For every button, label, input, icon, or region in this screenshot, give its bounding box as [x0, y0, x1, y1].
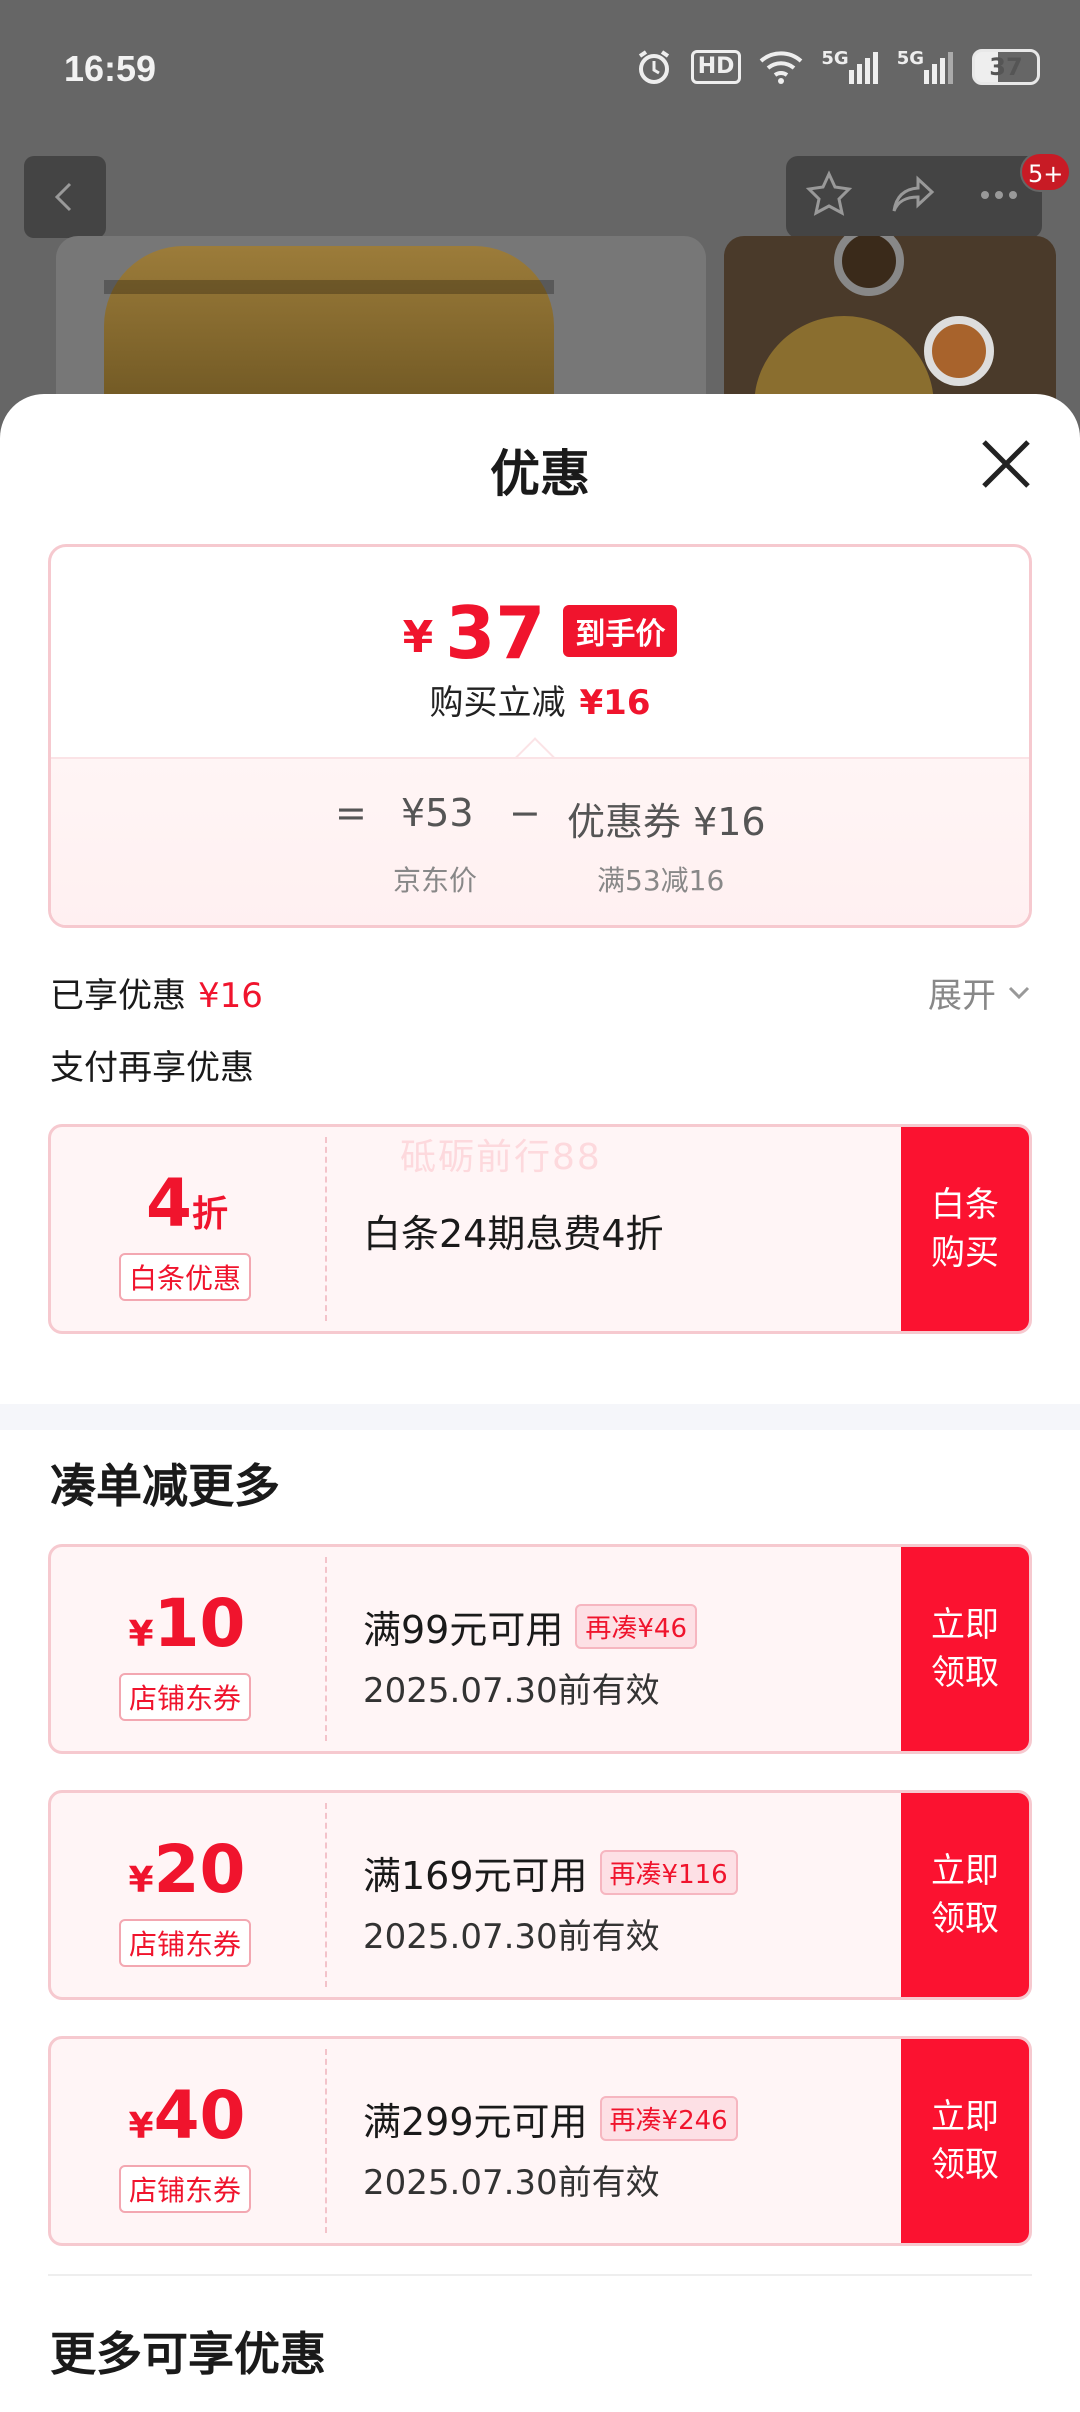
- baitiao-btn-line2: 购买: [931, 1233, 999, 1273]
- coupon-validity: 2025.07.30前有效: [363, 1671, 660, 1711]
- price-currency: ¥: [402, 612, 434, 663]
- coupon-divider: [325, 1803, 327, 1987]
- battery-icon: 37: [972, 48, 1040, 86]
- pay-more-title: 支付再享优惠: [50, 1048, 254, 1088]
- baitiao-btn-line1: 白条: [931, 1185, 999, 1225]
- coupon-desc: 满99元可用 再凑¥46: [363, 1599, 697, 1654]
- claim-btn-line1: 立即: [931, 1605, 999, 1645]
- product-page-background: 16:59 HD 5G 5G 37 5+: [0, 0, 1080, 496]
- coupon-rule-label: 满53减16: [597, 864, 725, 897]
- final-price-tag: 到手价: [563, 605, 678, 657]
- claim-coupon-button[interactable]: 立即 领取: [901, 1793, 1029, 1997]
- expand-toggle[interactable]: 展开: [928, 968, 1032, 1017]
- bundle-section-title: 凑单减更多: [50, 1459, 280, 1513]
- top-action-bar: [786, 156, 1042, 238]
- coupon-divider: [325, 1557, 327, 1741]
- expand-label: 展开: [928, 976, 996, 1016]
- coupon-validity: 2025.07.30前有效: [363, 2163, 660, 2203]
- claim-btn-line1: 立即: [931, 2097, 999, 2137]
- coupon-divider: [325, 2049, 327, 2233]
- wifi-icon: [759, 48, 803, 86]
- coupon-gap-chip: 再凑¥116: [599, 1850, 738, 1895]
- thumb-cup: [924, 316, 994, 386]
- claim-btn-line1: 立即: [931, 1851, 999, 1891]
- coupon-type-label: 店铺东券: [119, 1673, 252, 1721]
- status-time: 16:59: [64, 48, 157, 89]
- price-breakdown-card: ¥ 37 到手价 购买立减 ¥16 = ¥53 − 优惠券 ¥16 京东价 满53…: [48, 544, 1032, 928]
- coupon-currency: ¥: [128, 2106, 154, 2147]
- price-formula: = ¥53 − 优惠券 ¥16 京东价 满53减16: [51, 757, 1029, 925]
- coupon-currency: ¥: [128, 1860, 154, 1901]
- base-price-label: 京东价: [393, 864, 478, 897]
- instant-save-label: 购买立减: [429, 683, 566, 723]
- baitiao-buy-button[interactable]: 白条 购买: [901, 1127, 1029, 1331]
- baitiao-sub-label: 白条优惠: [119, 1253, 252, 1301]
- claim-coupon-button[interactable]: 立即 领取: [901, 1547, 1029, 1751]
- section-gap: [0, 1404, 1080, 1430]
- hd-icon: HD: [690, 50, 742, 84]
- baitiao-discount: 4: [146, 1165, 192, 1242]
- discount-sheet: 优惠 ¥ 37 到手价 购买立减 ¥16 = ¥53 − 优惠券 ¥16 京东价: [0, 394, 1080, 2412]
- coupon-gap-chip: 再凑¥246: [599, 2096, 738, 2141]
- coupon-validity: 2025.07.30前有效: [363, 1917, 660, 1957]
- coupon-amount: 20: [153, 1831, 246, 1908]
- signal-5g-icon: 5G: [821, 48, 878, 86]
- claim-btn-line2: 领取: [931, 1653, 999, 1693]
- minus-sign: −: [509, 791, 541, 835]
- close-button[interactable]: [978, 436, 1034, 492]
- sheet-title: 优惠: [490, 445, 590, 503]
- claim-btn-line2: 领取: [931, 2145, 999, 2185]
- coupon-currency: ¥: [128, 1614, 154, 1655]
- signal-5g-icon-2: 5G: [897, 48, 954, 86]
- final-price: 37: [445, 591, 546, 675]
- close-icon: [982, 440, 1030, 488]
- instant-save-amount: ¥16: [579, 683, 651, 723]
- coupon-type-label: 店铺东券: [119, 2165, 252, 2213]
- thumb-tea-bowl: [834, 236, 904, 296]
- chevron-left-icon: [54, 182, 72, 212]
- enjoyed-amount: ¥16: [198, 976, 263, 1016]
- more-discounts-title: 更多可享优惠: [50, 2327, 326, 2381]
- chevron-down-icon: [1008, 986, 1030, 999]
- baitiao-desc: 白条24期息费4折: [363, 1212, 664, 1256]
- base-price: ¥53: [401, 791, 474, 835]
- jar-rim: [104, 280, 554, 294]
- claim-btn-line2: 领取: [931, 1899, 999, 1939]
- share-icon[interactable]: [888, 169, 940, 225]
- baitiao-unit: 折: [191, 1194, 228, 1235]
- favorite-star-icon[interactable]: [803, 169, 855, 225]
- equals-sign: =: [335, 791, 367, 835]
- status-bar: 16:59 HD 5G 5G 37: [0, 0, 1080, 140]
- coupon-desc: 满299元可用 再凑¥246: [363, 2091, 738, 2146]
- coupon-divider: [325, 1137, 327, 1321]
- notification-badge: 5+: [1020, 152, 1072, 192]
- coupon-type-label: 店铺东券: [119, 1919, 252, 1967]
- coupon-threshold: 满169元可用: [363, 1854, 588, 1898]
- store-coupon-card: ¥40 店铺东券 满299元可用 再凑¥246 2025.07.30前有效 立即领…: [48, 2036, 1032, 2246]
- back-button[interactable]: [24, 156, 106, 238]
- coupon-threshold: 满99元可用: [363, 1608, 564, 1652]
- coupon-amount: 40: [153, 2077, 246, 2154]
- coupon-threshold: 满299元可用: [363, 2100, 588, 2144]
- store-coupon-card: ¥10 店铺东券 满99元可用 再凑¥46 2025.07.30前有效 立即领取: [48, 1544, 1032, 1754]
- coupon-value: 优惠券 ¥16: [567, 800, 766, 844]
- alarm-icon: [635, 48, 673, 86]
- instant-save-row: 购买立减 ¥16: [51, 675, 1029, 724]
- coupon-gap-chip: 再凑¥46: [575, 1604, 697, 1649]
- enjoyed-label: 已享优惠: [50, 976, 186, 1016]
- more-dots-icon[interactable]: [973, 169, 1025, 225]
- section-divider: [48, 2274, 1032, 2276]
- coupon-desc: 满169元可用 再凑¥116: [363, 1845, 738, 1900]
- enjoyed-discount-row: 已享优惠 ¥16: [50, 968, 263, 1017]
- watermark-text: 砥砺前行88: [400, 1137, 602, 1178]
- store-coupon-card: ¥20 店铺东券 满169元可用 再凑¥116 2025.07.30前有效 立即领…: [48, 1790, 1032, 2000]
- claim-coupon-button[interactable]: 立即 领取: [901, 2039, 1029, 2243]
- coupon-amount: 10: [153, 1585, 246, 1662]
